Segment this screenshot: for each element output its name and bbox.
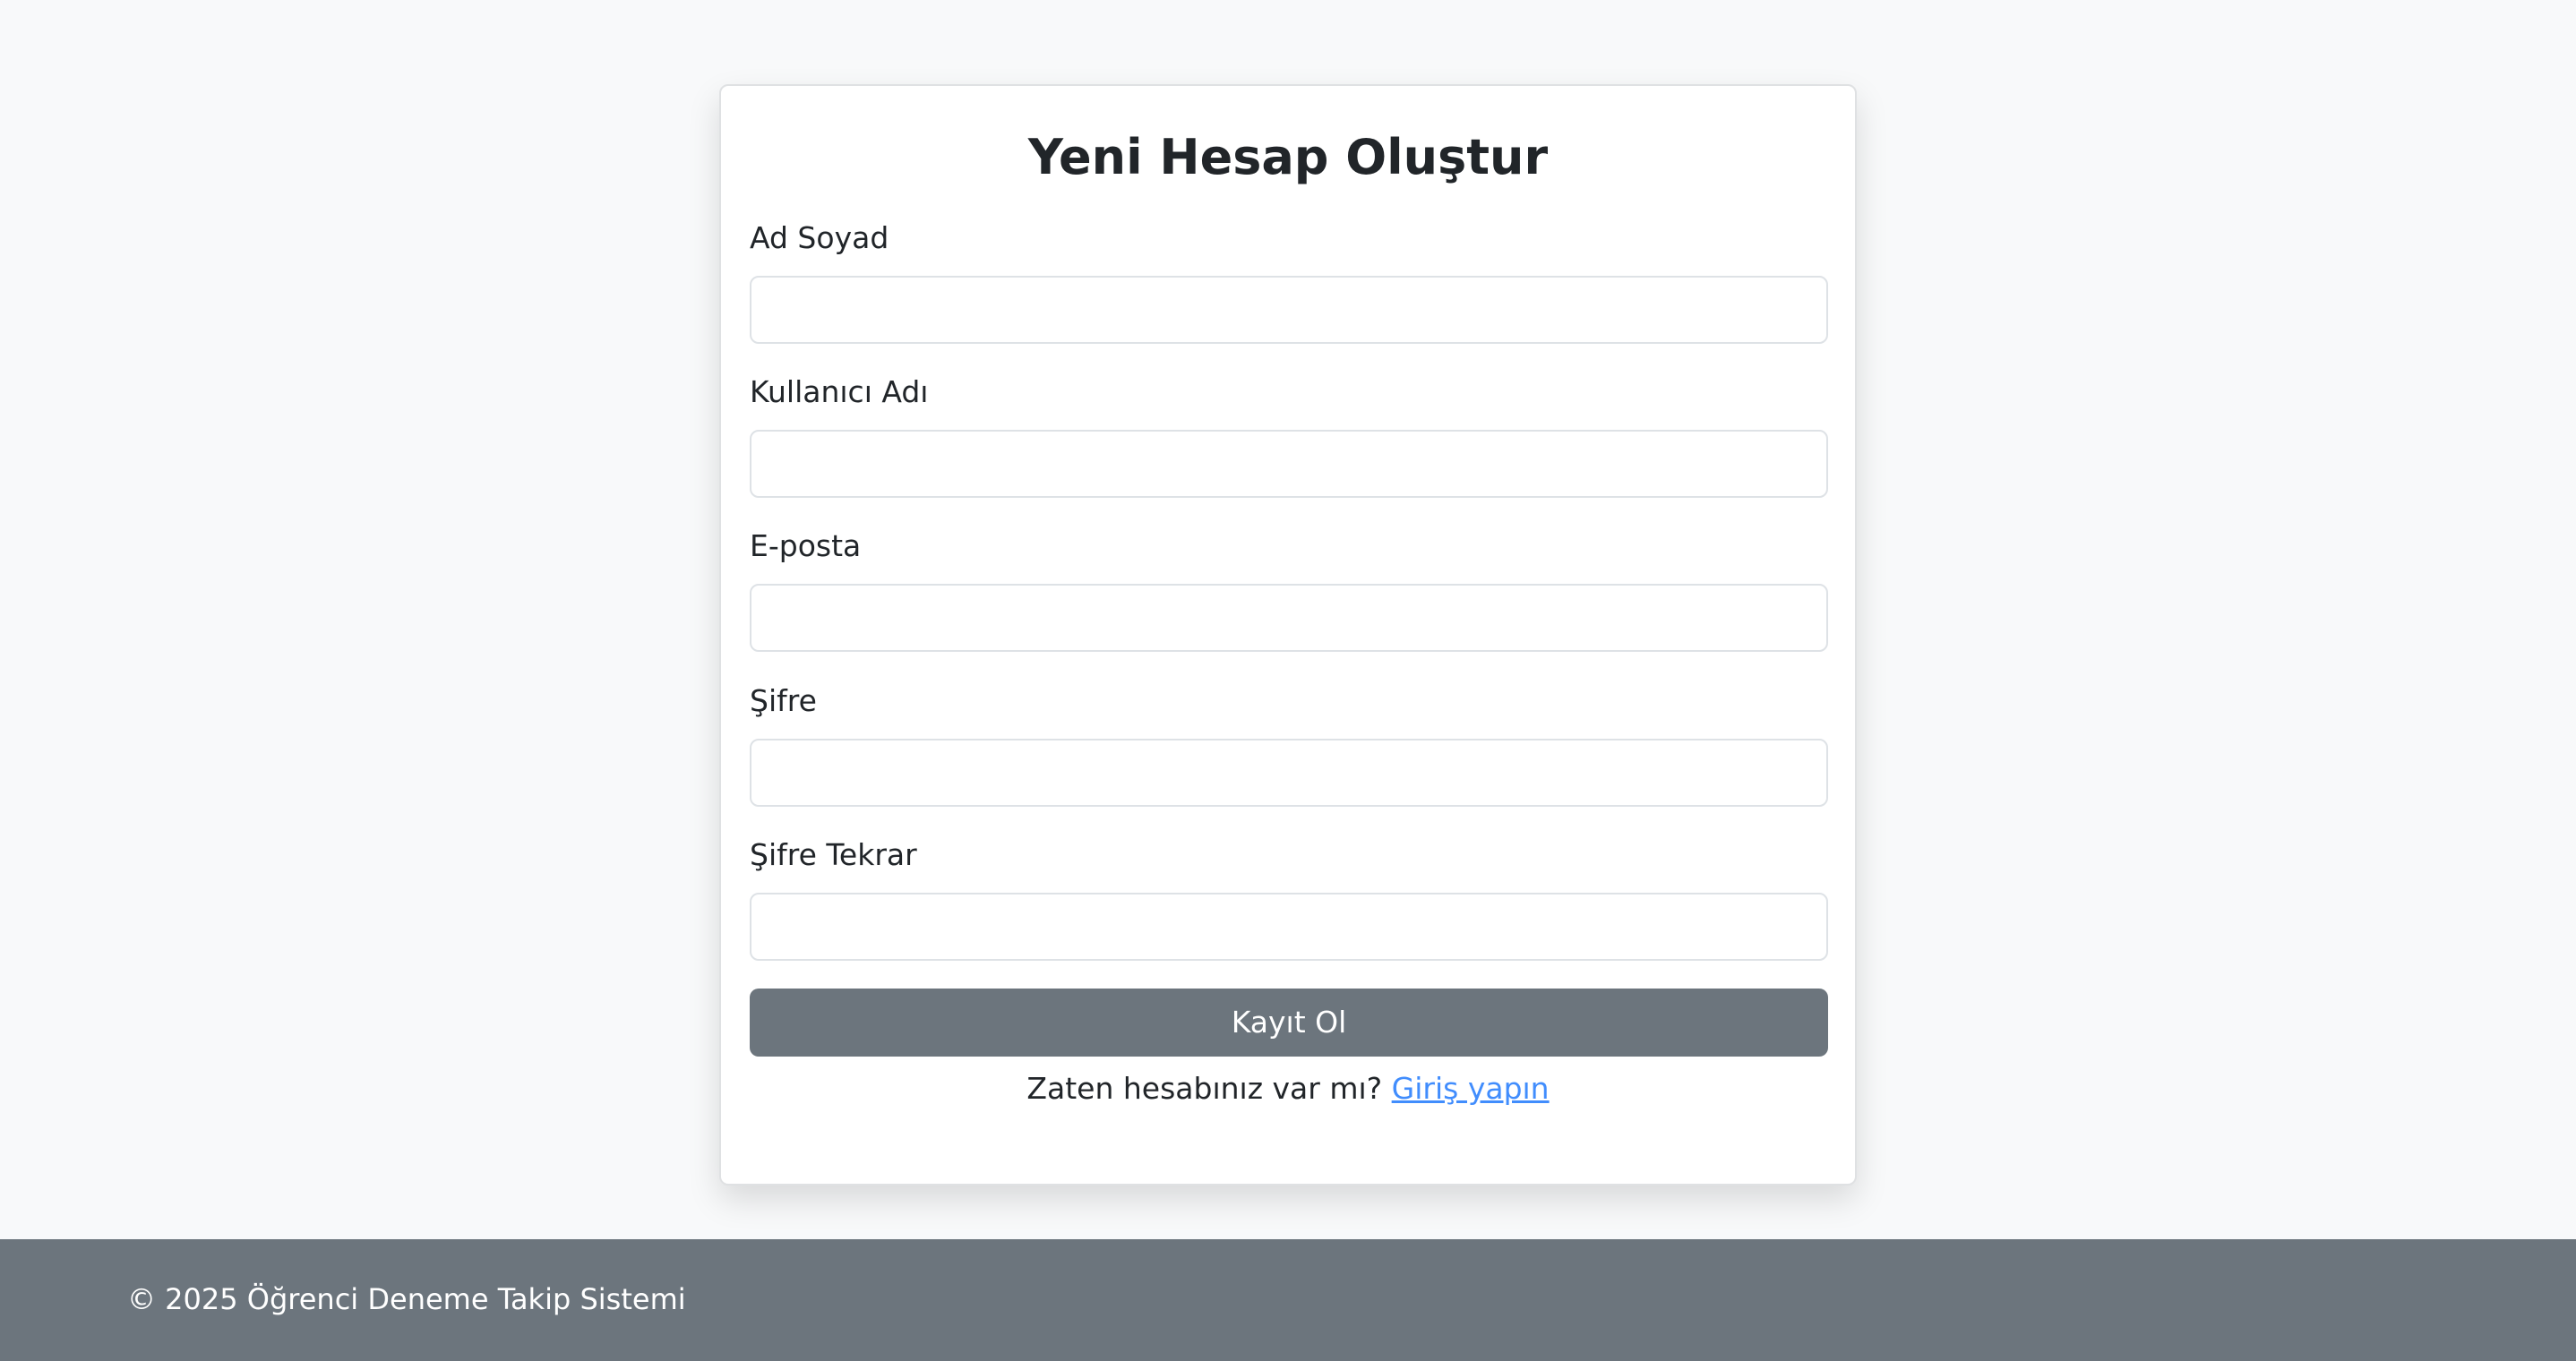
login-link[interactable]: Giriş yapın <box>1392 1071 1550 1106</box>
password-confirm-input[interactable] <box>750 893 1828 961</box>
register-button[interactable]: Kayıt Ol <box>750 989 1828 1057</box>
full-name-input[interactable] <box>750 276 1828 344</box>
footer-copyright: © 2025 Öğrenci Deneme Takip Sistemi <box>127 1282 686 1316</box>
full-name-label: Ad Soyad <box>750 220 889 255</box>
password-confirm-label: Şifre Tekrar <box>750 837 917 872</box>
password-input[interactable] <box>750 739 1828 807</box>
page-title: Yeni Hesap Oluştur <box>1027 129 1549 185</box>
login-prompt: Zaten hesabınız var mı? Giriş yapın <box>721 1069 1855 1108</box>
login-prompt-text: Zaten hesabınız var mı? <box>1026 1071 1383 1106</box>
email-input[interactable] <box>750 584 1828 652</box>
password-label: Şifre <box>750 683 817 718</box>
register-card: Yeni Hesap Oluştur Ad Soyad Kullanıcı Ad… <box>719 84 1857 1186</box>
footer: © 2025 Öğrenci Deneme Takip Sistemi <box>0 1239 2576 1361</box>
username-input[interactable] <box>750 430 1828 498</box>
username-label: Kullanıcı Adı <box>750 374 929 409</box>
email-label: E-posta <box>750 528 862 563</box>
